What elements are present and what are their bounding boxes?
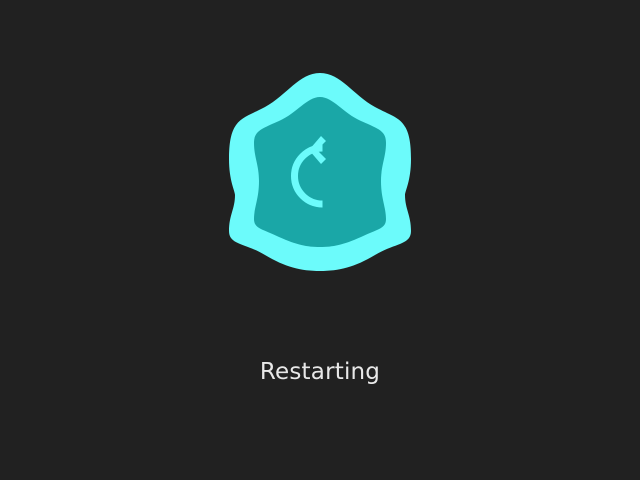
restart-badge-graphic: [229, 73, 411, 271]
restart-screen: Restarting: [0, 0, 640, 480]
restart-badge: [229, 73, 411, 271]
status-label: Restarting: [259, 359, 381, 385]
